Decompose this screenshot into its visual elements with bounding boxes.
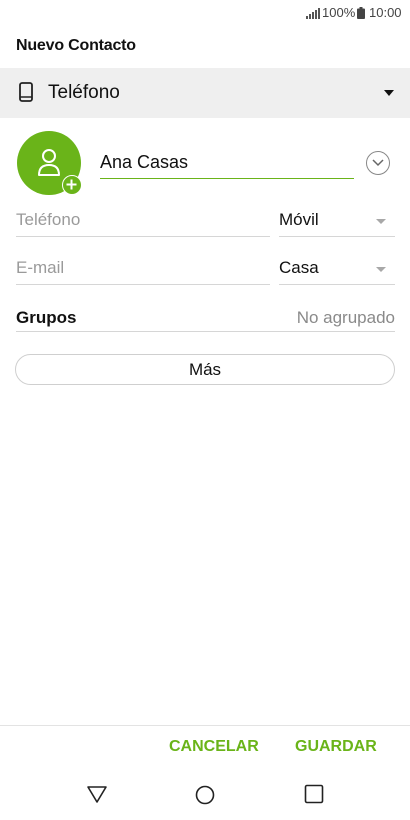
signal-icon — [306, 6, 320, 24]
name-field-value: Ana Casas — [100, 152, 189, 172]
email-type-value: Casa — [279, 258, 319, 277]
email-type-select[interactable]: Casa — [279, 256, 395, 285]
action-bar-divider — [0, 725, 410, 726]
caret-down-icon — [384, 90, 394, 96]
email-field[interactable]: E-mail — [16, 256, 270, 285]
phone-type-select[interactable]: Móvil — [279, 208, 395, 237]
email-field-placeholder: E-mail — [16, 258, 65, 277]
phone-type-value: Móvil — [279, 210, 319, 229]
nav-back-button[interactable] — [86, 784, 108, 809]
status-bar: 100% 10:00 — [0, 0, 410, 26]
page-title: Nuevo Contacto — [16, 37, 136, 54]
phone-icon — [19, 82, 33, 107]
account-label: Teléfono — [48, 82, 120, 103]
recents-icon — [304, 784, 324, 804]
back-icon — [87, 786, 107, 803]
expand-name-button[interactable] — [366, 151, 390, 175]
cancel-button[interactable]: CANCELAR — [169, 738, 259, 756]
clock: 10:00 — [369, 5, 402, 20]
groups-value: No agrupado — [296, 308, 395, 327]
nav-recents-button[interactable] — [304, 784, 324, 809]
home-icon — [195, 785, 215, 805]
person-icon — [37, 148, 61, 183]
nav-home-button[interactable] — [194, 784, 216, 811]
caret-down-icon — [376, 219, 386, 224]
phone-field-placeholder: Teléfono — [16, 210, 81, 229]
name-field[interactable]: Ana Casas — [100, 150, 354, 179]
battery-percentage: 100% — [322, 5, 356, 20]
caret-down-icon — [376, 267, 386, 272]
add-photo-icon[interactable] — [62, 175, 82, 195]
groups-row[interactable]: Grupos No agrupado — [16, 305, 395, 332]
more-button[interactable]: Más — [15, 354, 395, 385]
phone-field[interactable]: Teléfono — [16, 208, 270, 237]
account-selector[interactable]: Teléfono — [0, 68, 410, 118]
chevron-down-icon — [372, 159, 384, 167]
battery-icon — [357, 6, 365, 24]
groups-label: Grupos — [16, 308, 77, 327]
save-button[interactable]: GUARDAR — [295, 738, 377, 756]
